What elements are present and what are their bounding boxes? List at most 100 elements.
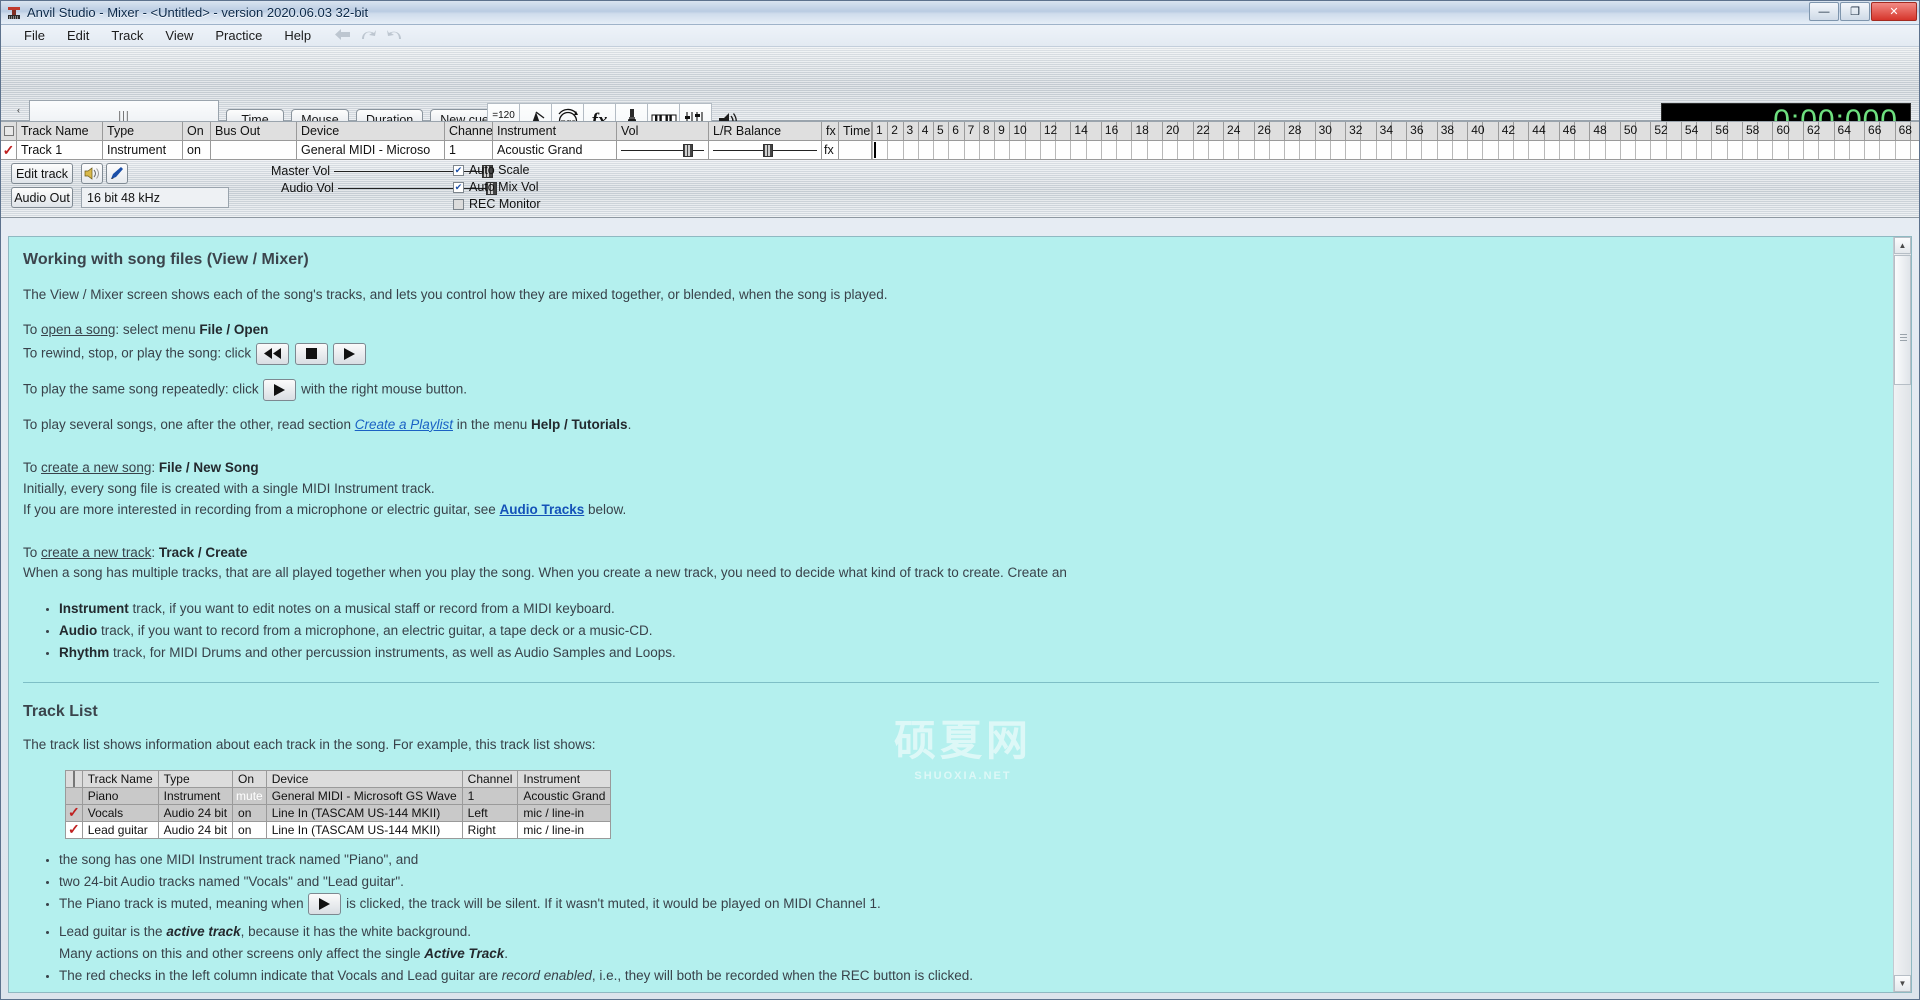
scroll-up-arrow-icon[interactable]: ▲ xyxy=(1894,237,1911,254)
cell-bus-out[interactable] xyxy=(211,141,297,160)
cell-type[interactable]: Instrument xyxy=(103,141,183,160)
timeline-ruler[interactable]: 1 2 3 4 5 6 7 8 9 10 12 14 16 18 20 22 24 26 28 30 32 34 36 38 4… xyxy=(872,122,1919,141)
help-new-song-line2: Initially, every song file is created wi… xyxy=(23,480,435,496)
create-new-song-link[interactable]: create a new song xyxy=(41,460,151,475)
demo-row-2-check: ✓ xyxy=(65,820,83,839)
master-vol-label: Master Vol xyxy=(271,164,331,178)
ruler-label: 7 xyxy=(967,123,975,137)
menu-help[interactable]: Help xyxy=(273,26,322,45)
cell-fx[interactable]: fx xyxy=(822,141,839,160)
grid-tick xyxy=(1665,141,1667,159)
grid-tick xyxy=(1390,141,1392,159)
col-type[interactable]: Type xyxy=(103,122,183,141)
open-song-link[interactable]: open a song xyxy=(41,322,115,337)
list-item: Audio track, if you want to record from … xyxy=(59,620,1879,642)
menu-edit[interactable]: Edit xyxy=(56,26,100,45)
grid-tick xyxy=(1406,141,1408,159)
rec-monitor-checkbox[interactable] xyxy=(453,198,464,210)
col-vol[interactable]: Vol xyxy=(617,122,709,141)
playhead-marker[interactable] xyxy=(874,142,876,158)
cell-volume-slider[interactable] xyxy=(617,141,709,160)
col-channel[interactable]: Channel xyxy=(445,122,493,141)
help-transport-line: To rewind, stop, or play the song: click xyxy=(23,342,1879,365)
grid-tick xyxy=(1497,141,1499,159)
grid-tick xyxy=(1253,141,1255,159)
menu-practice[interactable]: Practice xyxy=(204,26,273,45)
minimize-button[interactable]: — xyxy=(1809,2,1839,21)
auto-mix-vol-checkbox[interactable]: ✔ xyxy=(453,181,464,193)
newsong-mid: : xyxy=(151,459,159,475)
table-row[interactable]: ✓ Track 1 Instrument on General MIDI - M… xyxy=(1,141,1919,160)
ruler-tick xyxy=(1375,122,1377,140)
ruler-label: 48 xyxy=(1593,123,1607,137)
col-device[interactable]: Device xyxy=(297,122,445,141)
col-fx[interactable]: fx xyxy=(822,122,839,141)
undo-icon[interactable] xyxy=(360,28,377,43)
back-arrow-icon[interactable] xyxy=(334,28,351,43)
maximize-button[interactable]: ❐ xyxy=(1840,2,1870,21)
speaker-mute-icon[interactable] xyxy=(81,163,103,184)
table-row: ✓ Lead guitar Audio 24 bit on Line In (T… xyxy=(65,820,612,839)
ruler-tick xyxy=(1131,122,1133,140)
col-instrument[interactable]: Instrument xyxy=(493,122,617,141)
open-prefix: To xyxy=(23,321,42,337)
cell-channel[interactable]: 1 xyxy=(445,141,493,160)
close-button[interactable]: ✕ xyxy=(1871,2,1917,21)
rewind-text: To rewind, stop, or play the song: click xyxy=(23,345,252,361)
demo-row-2-channel: Right xyxy=(461,820,519,839)
ruler-tick xyxy=(1161,122,1163,140)
auto-scale-checkbox[interactable]: ✔ xyxy=(453,164,464,176)
cell-balance-slider[interactable] xyxy=(709,141,822,160)
menu-file[interactable]: File xyxy=(13,26,56,45)
notes-5a: The red checks in the left column indica… xyxy=(59,967,502,983)
auto-scale-checkbox-row[interactable]: ✔ Auto Scale xyxy=(453,163,529,177)
col-lr-balance[interactable]: L/R Balance xyxy=(709,122,822,141)
menu-view[interactable]: View xyxy=(154,26,204,45)
kind-1-bold: Audio xyxy=(59,623,98,639)
col-time[interactable]: Time xyxy=(839,122,872,141)
cell-instrument[interactable]: Acoustic Grand xyxy=(493,141,617,160)
col-on[interactable]: On xyxy=(183,122,211,141)
scrollbar-thumb[interactable] xyxy=(1894,255,1911,385)
select-all-checkbox[interactable] xyxy=(3,126,14,136)
audio-tracks-link[interactable]: Audio Tracks xyxy=(499,502,584,517)
edit-track-button[interactable]: Edit track xyxy=(11,163,73,184)
inline-stop-button[interactable] xyxy=(294,342,328,365)
grid-tick xyxy=(1680,141,1682,159)
rec-monitor-checkbox-row[interactable]: REC Monitor xyxy=(453,197,541,211)
cell-on[interactable]: on xyxy=(183,141,211,160)
create-new-track-link[interactable]: create a new track xyxy=(41,545,151,560)
cell-track-name[interactable]: Track 1 xyxy=(17,141,103,160)
ruler-tick xyxy=(1803,122,1804,140)
row-record-toggle[interactable]: ✓ xyxy=(1,141,17,160)
cell-device[interactable]: General MIDI - Microso xyxy=(297,141,445,160)
audio-out-button[interactable]: Audio Out xyxy=(11,187,73,208)
pencil-icon[interactable] xyxy=(106,163,128,184)
redo-icon[interactable] xyxy=(386,28,403,43)
cue-scroll-arrow[interactable]: ‹ xyxy=(11,100,26,120)
inline-rewind-button[interactable] xyxy=(255,342,289,365)
inline-play-button-notes[interactable] xyxy=(308,893,342,916)
auto-mix-vol-checkbox-row[interactable]: ✔ Auto Mix Vol xyxy=(453,180,538,194)
record-column-header[interactable] xyxy=(1,122,17,141)
create-a-playlist-link[interactable]: Create a Playlist xyxy=(355,417,453,432)
track-timeline-grid[interactable] xyxy=(872,141,1919,160)
list-item: the song has one MIDI Instrument track n… xyxy=(59,849,1879,871)
cell-time[interactable] xyxy=(839,141,872,160)
grid-tick xyxy=(1238,141,1240,159)
ruler-tick xyxy=(1009,122,1011,140)
list-item: The red checks in the left column indica… xyxy=(59,965,1879,987)
list-item: The Piano track is muted, meaning when i… xyxy=(59,893,1879,916)
col-track-name[interactable]: Track Name xyxy=(17,122,103,141)
inline-play-button[interactable] xyxy=(333,342,367,365)
grid-tick xyxy=(1803,141,1804,159)
grid-tick xyxy=(1574,141,1576,159)
audio-format-field[interactable]: 16 bit 48 kHz xyxy=(81,187,229,208)
col-bus-out[interactable]: Bus Out xyxy=(211,122,297,141)
list-item: Lead guitar is the active track, because… xyxy=(59,921,1879,965)
scroll-down-arrow-icon[interactable]: ▼ xyxy=(1894,975,1911,992)
menu-track[interactable]: Track xyxy=(100,26,154,45)
inline-play-button-repeat[interactable] xyxy=(263,378,297,401)
help-scrollbar[interactable]: ▲ ▼ xyxy=(1893,237,1911,992)
grid-tick xyxy=(902,141,904,159)
